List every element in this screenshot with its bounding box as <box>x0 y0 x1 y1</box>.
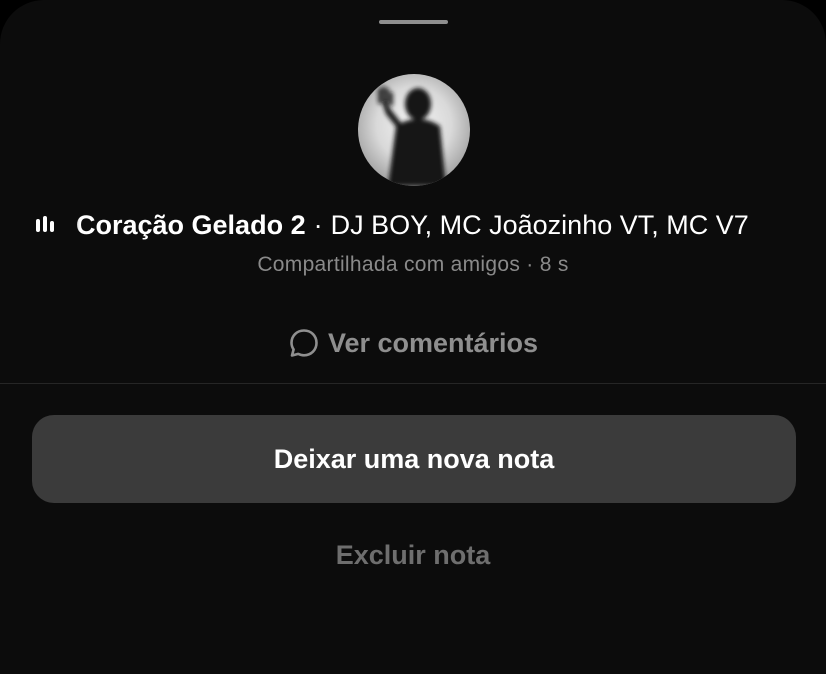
view-comments-label: Ver comentários <box>327 327 539 358</box>
text-fade-right <box>752 205 792 245</box>
drag-handle[interactable] <box>379 20 448 24</box>
avatar-silhouette <box>378 86 446 186</box>
new-note-button[interactable]: Deixar uma nova nota <box>32 415 796 503</box>
song-artists: DJ BOY, MC Joãozinho VT, MC V7 <box>330 210 749 240</box>
bottom-sheet: Coração Gelado 2 · DJ BOY, MC Joãozinho VT… <box>0 0 826 674</box>
song-title: Coração Gelado 2 <box>76 210 306 240</box>
song-info: Coração Gelado 2 · DJ BOY, MC Joãozinho VT… <box>76 205 749 245</box>
song-row[interactable]: Coração Gelado 2 · DJ BOY, MC Joãozinho VT… <box>34 205 792 245</box>
shared-status: Compartilhada com amigos · 8 s <box>257 253 569 276</box>
avatar[interactable] <box>358 74 470 186</box>
song-separator: · <box>313 210 323 240</box>
delete-note-button[interactable]: Excluir nota <box>0 535 826 575</box>
speech-bubble-icon <box>290 329 318 357</box>
view-comments-button[interactable]: Ver comentários <box>0 323 826 363</box>
equalizer-icon <box>36 216 56 234</box>
divider <box>0 383 826 384</box>
text-fade-left <box>62 205 80 245</box>
